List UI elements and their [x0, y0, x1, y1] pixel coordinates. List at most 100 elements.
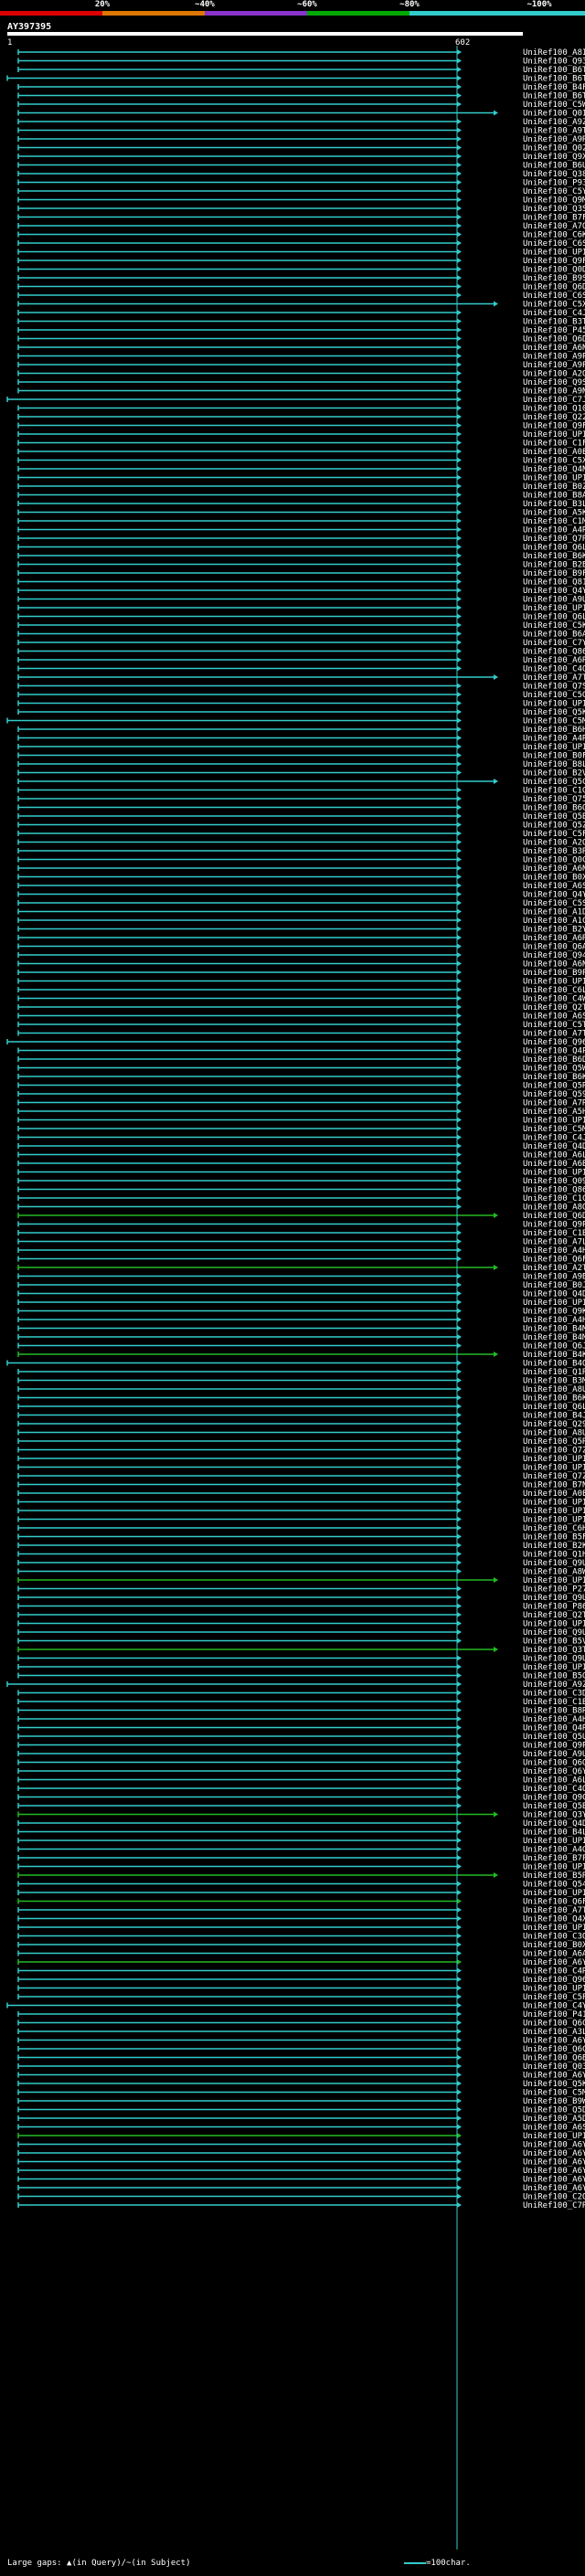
hit-label[interactable]: UniRef100_A8UG14 — [523, 1385, 585, 1394]
hit-label[interactable]: UniRef100_C6H7L1 — [523, 1524, 585, 1533]
hit-label[interactable]: UniRef100_Q5WXT0 — [523, 1065, 585, 1074]
hit-label[interactable]: UniRef100_Q3TV66 — [523, 1646, 585, 1655]
hit-label[interactable]: UniRef100_B9SED4 — [523, 274, 585, 283]
hit-label[interactable]: UniRef100_UPI000... — [523, 1464, 585, 1473]
hit-label[interactable]: UniRef100_C5MZR8 — [523, 717, 585, 726]
hit-label[interactable]: UniRef100_Q6DV42 — [523, 335, 585, 345]
hit-label[interactable]: UniRef100_C1FDX9 — [523, 440, 585, 449]
hit-label[interactable]: UniRef100_A9ZT84 — [523, 1680, 585, 1690]
hit-label[interactable]: UniRef100_B3TLN0 — [523, 318, 585, 327]
hit-label[interactable]: UniRef100_UPI000... — [523, 2132, 585, 2141]
hit-label[interactable]: UniRef100_Q9XVT9 — [523, 153, 585, 162]
hit-label[interactable]: UniRef100_Q6Y1M9 — [523, 1767, 585, 1776]
hit-label[interactable]: UniRef100_UPI000... — [523, 1516, 585, 1525]
hit-label[interactable]: UniRef100_Q6DV76 — [523, 283, 585, 292]
hit-label[interactable]: UniRef100_B3M598 — [523, 1377, 585, 1386]
hit-label[interactable]: UniRef100_Q09533 — [523, 1177, 585, 1186]
hit-label[interactable]: UniRef100_UPI000... — [523, 1837, 585, 1846]
hit-label[interactable]: UniRef100_A9TWJ0 — [523, 127, 585, 136]
hit-label[interactable]: UniRef100_B7FG68 — [523, 214, 585, 223]
hit-label[interactable]: UniRef100_Q4N644 — [523, 465, 585, 474]
hit-label[interactable]: UniRef100_B4QLV8 — [523, 1360, 585, 1369]
hit-label[interactable]: UniRef100_B8AYH0 — [523, 492, 585, 501]
hit-label[interactable]: UniRef100_UPI000... — [523, 1863, 585, 1872]
hit-label[interactable]: UniRef100_C4WR16 — [523, 995, 585, 1004]
hit-label[interactable]: UniRef100_A8W7G7 — [523, 1568, 585, 1577]
hit-label[interactable]: UniRef100_A6NCX6 — [523, 864, 585, 874]
hit-label[interactable]: UniRef100_Q0CBX9 — [523, 856, 585, 865]
hit-label[interactable]: UniRef100_C3DH42 — [523, 1690, 585, 1699]
hit-label[interactable]: UniRef100_A4RUV4 — [523, 526, 585, 535]
hit-label[interactable]: UniRef100_P45633 — [523, 326, 585, 335]
hit-label[interactable]: UniRef100_Q7S9L9 — [523, 683, 585, 692]
hit-label[interactable]: UniRef100_B2Y131 — [523, 926, 585, 935]
hit-label[interactable]: UniRef100_B2B837 — [523, 561, 585, 570]
hit-label[interactable]: UniRef100_A3LR93 — [523, 2028, 585, 2037]
hit-label[interactable]: UniRef100_B9F8A4 — [523, 569, 585, 578]
hit-label[interactable]: UniRef100_Q9CXY7 — [523, 1794, 585, 1803]
hit-label[interactable]: UniRef100_Q4Y7H0 — [523, 891, 585, 900]
hit-label[interactable]: UniRef100_A6YMQ3 — [523, 2167, 585, 2176]
hit-label[interactable]: UniRef100_Q94413 — [523, 951, 585, 960]
hit-label[interactable]: UniRef100_C1BN22 — [523, 1229, 585, 1238]
hit-label[interactable]: UniRef100_A6YMQ1 — [523, 1958, 585, 1967]
hit-label[interactable]: UniRef100_A9U5P6 — [523, 1750, 585, 1759]
hit-label[interactable]: UniRef100_Q54J69 — [523, 1881, 585, 1890]
hit-label[interactable]: UniRef100_Q5B5Z1 — [523, 812, 585, 822]
hit-label[interactable]: UniRef100_Q38H35 — [523, 170, 585, 179]
hit-label[interactable]: UniRef100_C5GEZ9 — [523, 691, 585, 700]
hit-label[interactable]: UniRef100_B0Z9L4 — [523, 482, 585, 492]
hit-label[interactable]: UniRef100_Q0IT38 — [523, 110, 585, 119]
hit-label[interactable]: UniRef100_B4MKR2 — [523, 1325, 585, 1334]
hit-label[interactable]: UniRef100_Q6BJJ3 — [523, 2054, 585, 2063]
hit-label[interactable]: UniRef100_P93847 — [523, 179, 585, 188]
hit-label[interactable]: UniRef100_UPI000... — [523, 1299, 585, 1308]
hit-label[interactable]: UniRef100_C4R595 — [523, 1967, 585, 1977]
hit-label[interactable]: UniRef100_A7LCH5 — [523, 1238, 585, 1247]
hit-label[interactable]: UniRef100_C5MHF4 — [523, 1125, 585, 1134]
hit-label[interactable]: UniRef100_C7J8Q2 — [523, 396, 585, 405]
hit-label[interactable]: UniRef100_Q9SPB3 — [523, 378, 585, 387]
hit-label[interactable]: UniRef100_A6YMM5 — [523, 2149, 585, 2158]
hit-label[interactable]: UniRef100_Q4R4D3 — [523, 1724, 585, 1733]
hit-label[interactable]: UniRef100_B3RMZ0 — [523, 847, 585, 856]
hit-label[interactable]: UniRef100_Q9U7B7 — [523, 1559, 585, 1568]
hit-label[interactable]: UniRef100_B4LTR0 — [523, 1829, 585, 1838]
hit-label[interactable]: UniRef100_A7RJH6 — [523, 1099, 585, 1108]
hit-label[interactable]: UniRef100_UPI000... — [523, 430, 585, 440]
hit-label[interactable]: UniRef100_A8UF69 — [523, 1429, 585, 1438]
hit-label[interactable]: UniRef100_UPI000... — [523, 474, 585, 483]
hit-label[interactable]: UniRef100_Q86E46 — [523, 648, 585, 657]
hit-label[interactable]: UniRef100_Q5U827 — [523, 1733, 585, 1742]
hit-label[interactable]: UniRef100_Q4X1Y7 — [523, 1915, 585, 1924]
hit-label[interactable]: UniRef100_Q5KMA6 — [523, 708, 585, 717]
hit-label[interactable]: UniRef100_B7NZ02 — [523, 1481, 585, 1490]
hit-label[interactable]: UniRef100_A6YMN2 — [523, 2037, 585, 2046]
hit-label[interactable]: UniRef100_Q03200 — [523, 2062, 585, 2072]
hit-label[interactable]: UniRef100_UPI000... — [523, 1663, 585, 1672]
hit-label[interactable]: UniRef100_A6LNB4 — [523, 1776, 585, 1786]
hit-label[interactable]: UniRef100_Q5KIB8 — [523, 2080, 585, 2089]
hit-label[interactable]: UniRef100_UPI000... — [523, 604, 585, 613]
hit-label[interactable]: UniRef100_Q6JHV6 — [523, 1342, 585, 1352]
hit-label[interactable]: UniRef100_C2Q808 — [523, 2193, 585, 2202]
hit-label[interactable]: UniRef100_B9W733 — [523, 2097, 585, 2106]
hit-label[interactable]: UniRef100_Q9PDP4 — [523, 1221, 585, 1230]
hit-label[interactable]: UniRef100_Q9FVN3 — [523, 422, 585, 431]
hit-label[interactable]: UniRef100_Q4DDS0 — [523, 1819, 585, 1829]
hit-label[interactable]: UniRef100_A8Q6D3 — [523, 1203, 585, 1213]
hit-label[interactable]: UniRef100_C5T713 — [523, 1021, 585, 1030]
hit-label[interactable]: UniRef100_A4R7P0 — [523, 735, 585, 744]
hit-label[interactable]: UniRef100_Q7RJ77 — [523, 535, 585, 544]
hit-label[interactable]: UniRef100_A6YMM7 — [523, 2158, 585, 2168]
hit-label[interactable]: UniRef100_UPI000... — [523, 743, 585, 752]
hit-label[interactable]: UniRef100_C5PXW5 — [523, 1993, 585, 2002]
hit-label[interactable]: UniRef100_A0EHF4 — [523, 1489, 585, 1499]
hit-label[interactable]: UniRef100_Q5B047 — [523, 1802, 585, 1811]
hit-label[interactable]: UniRef100_UPI000... — [523, 1889, 585, 1898]
hit-label[interactable]: UniRef100_B6TD86 — [523, 92, 585, 101]
hit-label[interactable]: UniRef100_P41895 — [523, 2010, 585, 2019]
hit-label[interactable]: UniRef100_Q1HRT6 — [523, 1551, 585, 1560]
hit-label[interactable]: UniRef100_A4HRZ2 — [523, 1715, 585, 1724]
hit-label[interactable]: UniRef100_A6R237 — [523, 656, 585, 665]
